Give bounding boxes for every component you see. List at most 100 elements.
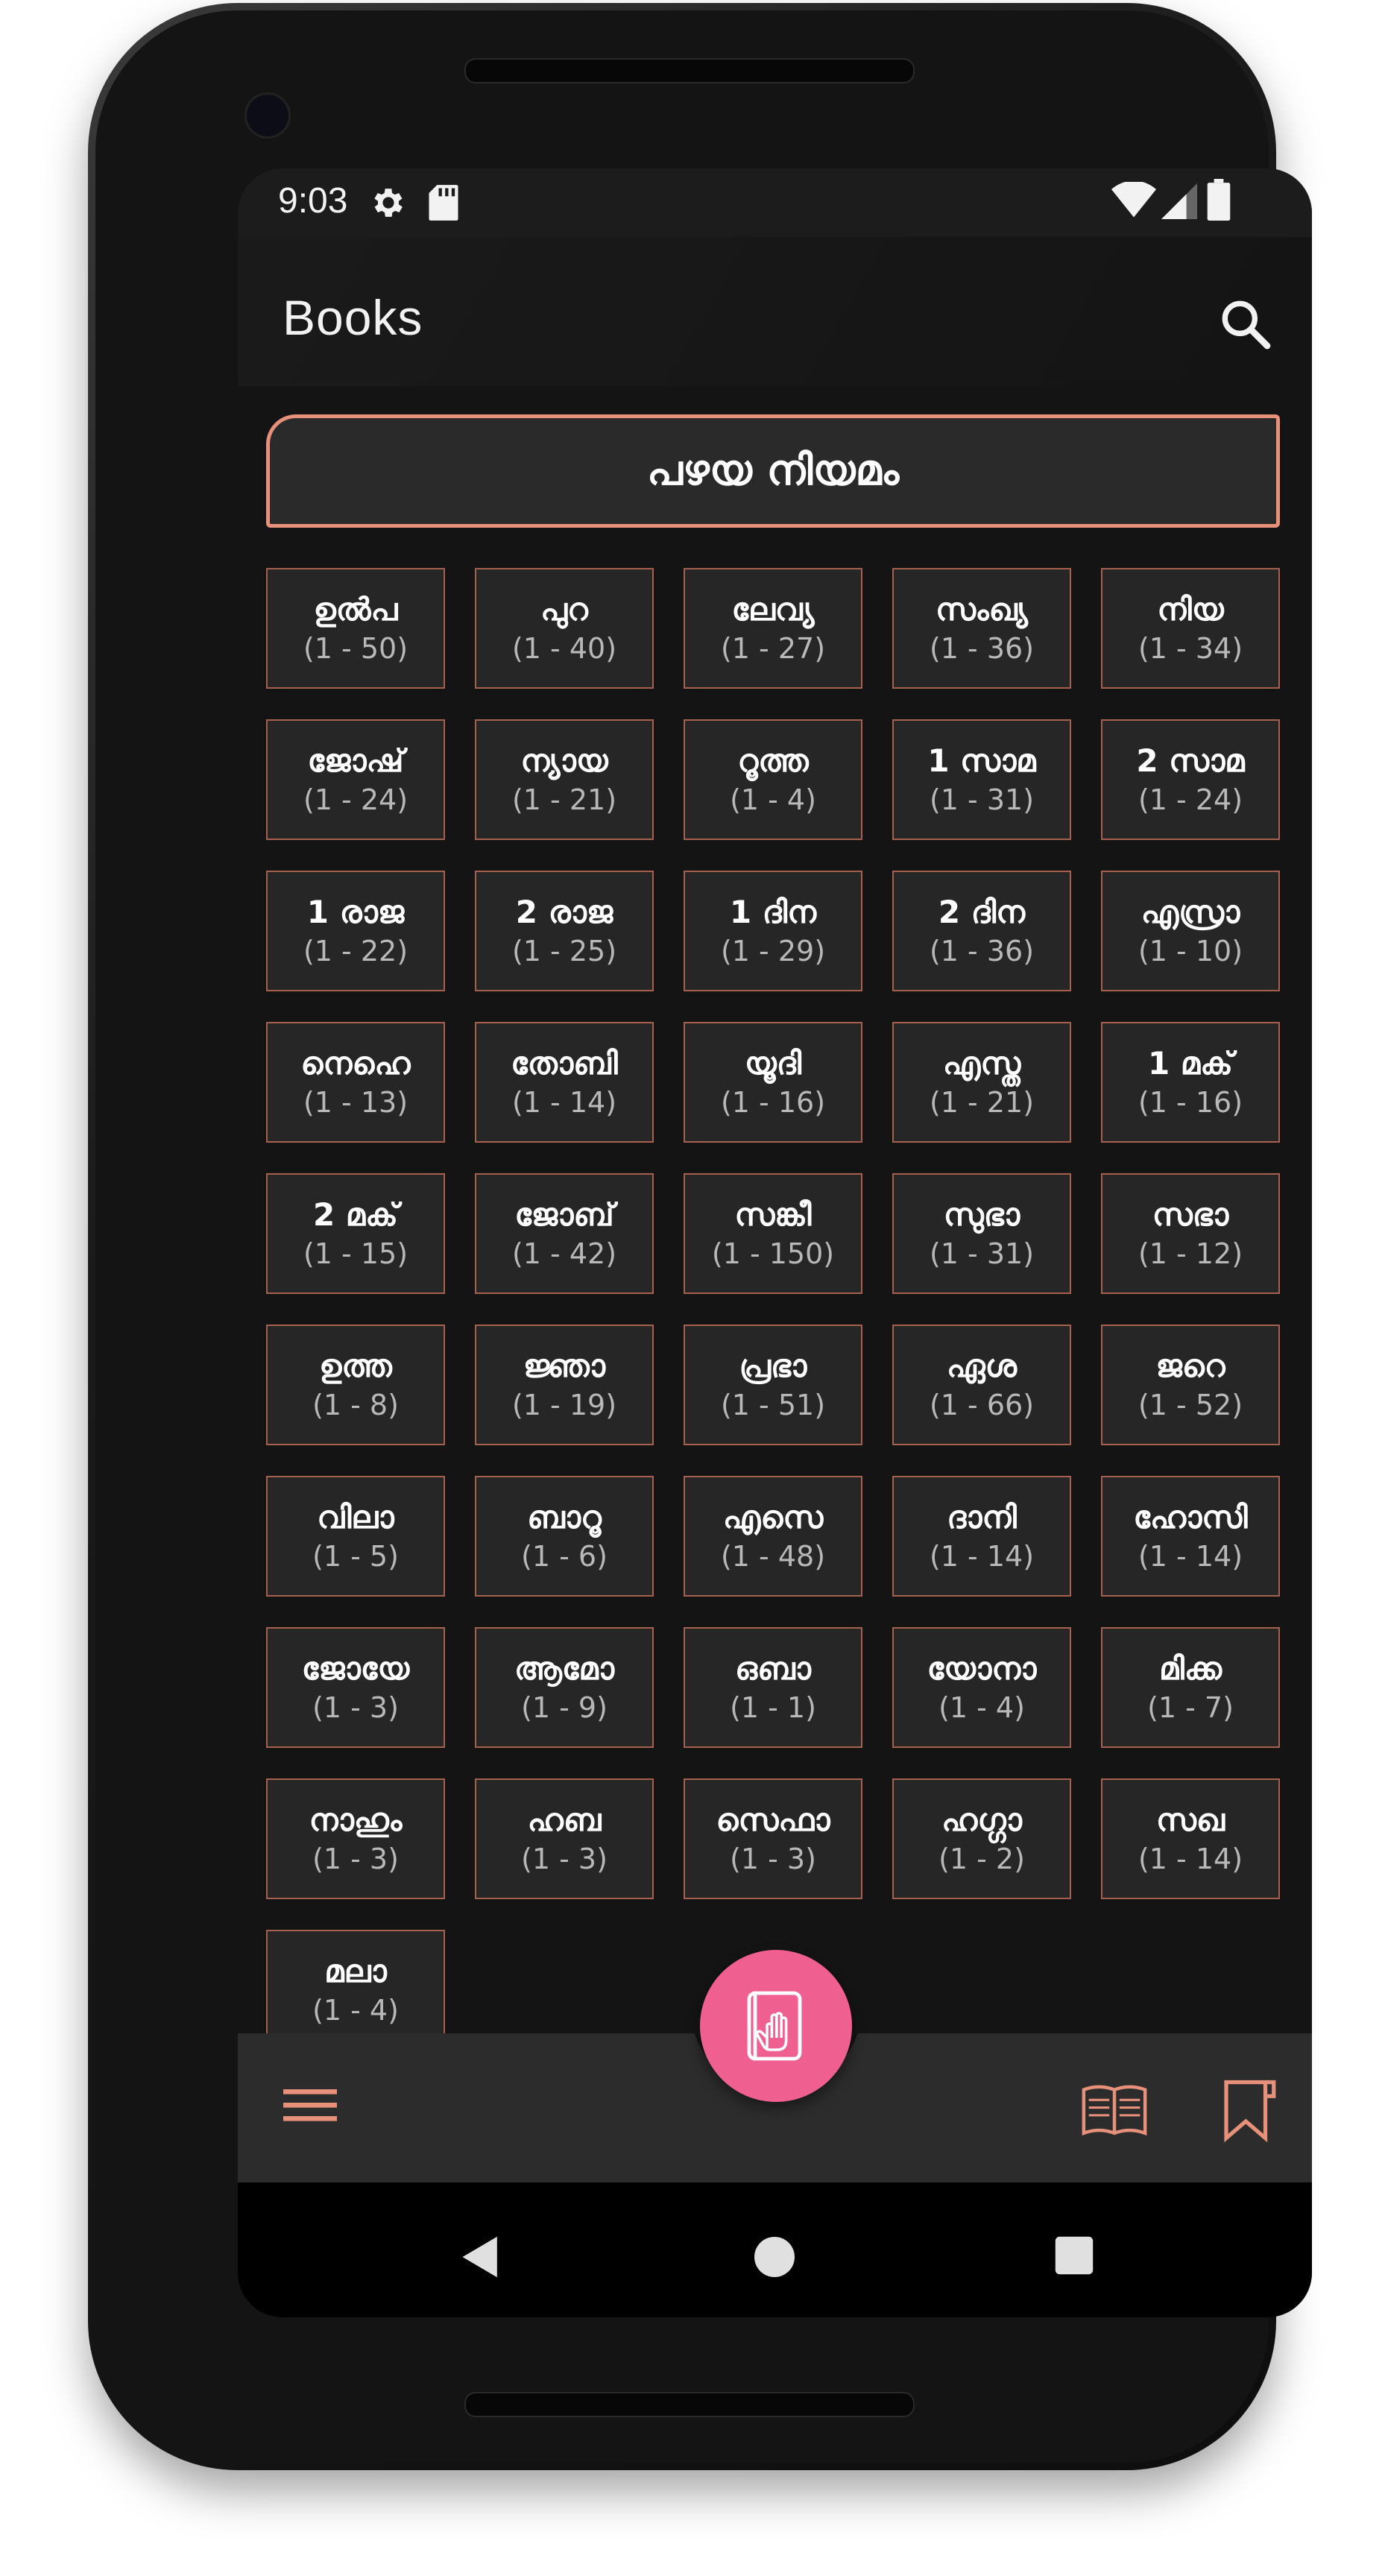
book-abbreviation: ആമോ [514,1650,615,1687]
search-button[interactable] [1215,294,1275,353]
book-tile[interactable]: എസ്രാ (1 - 10) [1101,871,1280,991]
wifi-icon [1111,180,1156,222]
book-tile[interactable]: 1 മക് (1 - 16) [1101,1022,1280,1143]
book-tile[interactable]: 1 രാജ (1 - 22) [266,871,445,991]
book-chapter-range: (1 - 15) [303,1237,408,1270]
book-tile[interactable]: ജോഷ് (1 - 24) [266,719,445,840]
book-chapter-range: (1 - 14) [1138,1843,1243,1875]
book-chapter-range: (1 - 31) [929,783,1035,816]
book-tile[interactable]: 2 മക് (1 - 15) [266,1173,445,1294]
book-chapter-range: (1 - 6) [521,1540,608,1573]
book-tile[interactable]: എസെ (1 - 48) [684,1476,862,1597]
status-time: 9:03 [278,181,348,221]
book-tile[interactable]: സഖ (1 - 14) [1101,1778,1280,1899]
menu-icon [283,2089,337,2121]
book-tile[interactable]: സംഖ്യ (1 - 36) [892,568,1071,689]
book-abbreviation: ജോബ് [514,1196,614,1233]
book-chapter-range: (1 - 19) [511,1389,617,1421]
book-tile[interactable]: നാഹും (1 - 3) [266,1778,445,1899]
book-abbreviation: 2 രാജ [515,894,613,930]
book-tile[interactable]: മിക്ക (1 - 7) [1101,1627,1280,1748]
book-tile[interactable]: 2 രാജ (1 - 25) [475,871,654,991]
book-tile[interactable]: സെഫാ (1 - 3) [684,1778,862,1899]
back-icon [462,2236,497,2278]
book-abbreviation: 1 മക് [1147,1045,1234,1082]
book-tile[interactable]: 1 ദിന (1 - 29) [684,871,862,991]
book-tile[interactable]: പ്രഭാ (1 - 51) [684,1325,862,1445]
home-button[interactable] [752,2235,797,2282]
back-button[interactable] [460,2235,502,2282]
book-chapter-range: (1 - 3) [521,1843,608,1875]
app-bar: Books [238,237,1312,386]
book-tile[interactable]: റൂത്ത (1 - 4) [684,719,862,840]
book-tile[interactable]: വിലാ (1 - 5) [266,1476,445,1597]
book-tile[interactable]: 2 ദിന (1 - 36) [892,871,1071,991]
book-tile[interactable]: ജോയേ (1 - 3) [266,1627,445,1748]
book-tile[interactable]: 2 സാമ (1 - 24) [1101,719,1280,840]
book-abbreviation: സെഫാ [716,1802,830,1838]
book-tile[interactable]: ഹോസി (1 - 14) [1101,1476,1280,1597]
book-chapter-range: (1 - 14) [1138,1540,1243,1573]
book-tile[interactable]: ഏശ (1 - 66) [892,1325,1071,1445]
book-abbreviation: ജോയേ [301,1650,410,1687]
gear-icon [369,183,408,225]
book-tile[interactable]: ഒബാ (1 - 1) [684,1627,862,1748]
book-chapter-range: (1 - 16) [1138,1086,1243,1119]
book-tile[interactable]: ആമോ (1 - 9) [475,1627,654,1748]
book-chapter-range: (1 - 7) [1147,1691,1234,1724]
book-tile[interactable]: നെഹെ (1 - 13) [266,1022,445,1143]
book-abbreviation: ഹഗ്ഗാ [941,1802,1022,1838]
book-chapter-range: (1 - 3) [312,1843,399,1875]
book-tile[interactable]: സങ്കീ (1 - 150) [684,1173,862,1294]
book-chapter-range: (1 - 3) [312,1691,399,1724]
book-tile[interactable]: ഹബ (1 - 3) [475,1778,654,1899]
phone-frame: 9:03 Books പഴയ നിയമം ഉൽപ (1 - 50) പുറ (1… [88,3,1312,2470]
front-camera [244,92,291,139]
top-speaker [464,58,915,83]
book-chapter-range: (1 - 14) [511,1086,617,1119]
book-tile[interactable]: ദാനി (1 - 14) [892,1476,1071,1597]
book-abbreviation: 1 രാജ [306,894,405,930]
book-tile[interactable]: ഹഗ്ഗാ (1 - 2) [892,1778,1071,1899]
book-tile[interactable]: യോനാ (1 - 4) [892,1627,1071,1748]
book-chapter-range: (1 - 36) [929,935,1035,967]
book-abbreviation: ജ്ഞാ [523,1348,605,1384]
bible-fab[interactable] [700,1950,852,2102]
book-tile[interactable]: ബാറൂ (1 - 6) [475,1476,654,1597]
recents-button[interactable] [1053,2235,1095,2279]
book-tile[interactable]: യൂദി (1 - 16) [684,1022,862,1143]
bookmarks-button[interactable] [1217,2077,1280,2147]
book-tile[interactable]: മലാ (1 - 4) [266,1930,445,2051]
book-tile[interactable]: തോബി (1 - 14) [475,1022,654,1143]
book-abbreviation: പുറ [540,591,588,628]
book-tile[interactable]: നിയ (1 - 34) [1101,568,1280,689]
book-chapter-range: (1 - 1) [730,1691,816,1724]
book-tile[interactable]: 1 സാമ (1 - 31) [892,719,1071,840]
book-chapter-range: (1 - 9) [521,1691,608,1724]
book-chapter-range: (1 - 8) [312,1389,399,1421]
read-button[interactable] [1079,2078,1150,2145]
search-icon [1222,300,1271,350]
book-grid: ഉൽപ (1 - 50) പുറ (1 - 40) ലേവ്യ (1 - 27) സംഖ്യ… [266,568,1283,2051]
book-chapter-range: (1 - 34) [1138,632,1243,665]
book-tile[interactable]: ഉൽപ (1 - 50) [266,568,445,689]
book-abbreviation: വിലാ [317,1499,394,1535]
book-chapter-range: (1 - 16) [720,1086,826,1119]
book-abbreviation: ജറെ [1155,1348,1225,1384]
book-tile[interactable]: എസ്ത (1 - 21) [892,1022,1071,1143]
book-tile[interactable]: പുറ (1 - 40) [475,568,654,689]
book-tile[interactable]: ജ്ഞാ (1 - 19) [475,1325,654,1445]
book-tile[interactable]: സഭാ (1 - 12) [1101,1173,1280,1294]
book-tile[interactable]: ഉത്ത (1 - 8) [266,1325,445,1445]
bottom-speaker [464,2392,915,2417]
old-testament-header[interactable]: പഴയ നിയമം [266,414,1280,528]
book-chapter-range: (1 - 29) [720,935,826,967]
book-tile[interactable]: ലേവ്യ (1 - 27) [684,568,862,689]
menu-button[interactable] [283,2083,338,2130]
book-tile[interactable]: ന്യായ (1 - 21) [475,719,654,840]
book-abbreviation: തോബി [511,1045,618,1082]
book-tile[interactable]: ജറെ (1 - 52) [1101,1325,1280,1445]
book-tile[interactable]: സുഭാ (1 - 31) [892,1173,1071,1294]
book-chapter-range: (1 - 4) [938,1691,1025,1724]
book-tile[interactable]: ജോബ് (1 - 42) [475,1173,654,1294]
